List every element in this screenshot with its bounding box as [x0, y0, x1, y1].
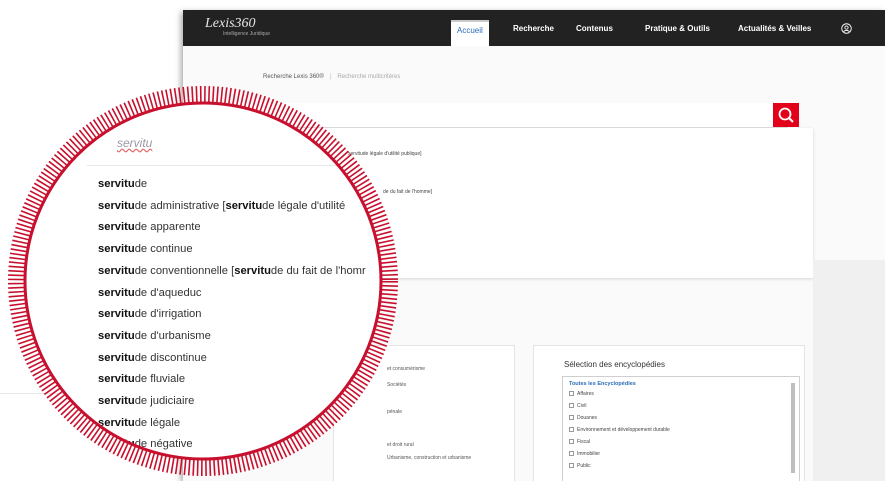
encyclopedia-item[interactable]: Immobilier [569, 451, 600, 457]
suggestion-match: servitu [98, 438, 135, 451]
filter-snippet: pénale [387, 409, 403, 415]
checkbox[interactable] [569, 463, 574, 468]
suggestion-item[interactable]: servitude administrative [servitude léga… [98, 200, 345, 212]
suggestion-match: servitu [234, 264, 271, 277]
encyclopedia-item[interactable]: Civil [569, 403, 586, 409]
scrollbar[interactable] [791, 383, 795, 473]
encyclopedia-panel-title: Sélection des encyclopédies [564, 360, 665, 369]
logo-text: Lexis360 [205, 16, 256, 31]
breadcrumb-separator: | [329, 74, 332, 80]
nav-tab-pratique-outils[interactable]: Pratique & Outils [645, 24, 710, 33]
breadcrumb-item-search[interactable]: Recherche Lexis 360® [263, 74, 324, 80]
encyclopedia-item[interactable]: Affaires [569, 391, 594, 397]
suggestion-match: servitu [98, 243, 135, 256]
filter-panel-left: et consumérisme Sociétés pénale et droit… [333, 345, 515, 481]
suggestion-match: servitu [98, 264, 135, 277]
logo-subtext: Intelligence Juridique [223, 31, 270, 37]
suggestion-snippet: de du fait de l'homme] [383, 189, 433, 195]
nav-tab-recherche[interactable]: Recherche [513, 24, 554, 33]
suggestion-item[interactable]: servitude apparente [98, 221, 201, 233]
suggestion-match: servitu [225, 199, 263, 212]
encyclopedia-label: Fiscal [577, 439, 591, 445]
suggestion-item[interactable]: servitude conventionnelle [servitude du … [98, 265, 366, 277]
encyclopedia-item[interactable]: Fiscal [569, 439, 590, 445]
suggestion-match: servitu [98, 416, 135, 429]
breadcrumb-item-multicriteria[interactable]: Recherche multicritères [337, 74, 400, 80]
suggestion-item[interactable]: servitude [98, 178, 147, 190]
user-circle-icon[interactable] [841, 23, 852, 34]
encyclopedia-selection-panel: Sélection des encyclopédies Toutes les E… [533, 345, 805, 481]
encyclopedia-label: Douanes [577, 415, 598, 421]
filter-snippet: et droit rural [387, 442, 414, 448]
top-navigation-bar: Lexis360 Intelligence Juridique Accueil … [183, 10, 885, 46]
suggestion-match: servitu [98, 178, 135, 190]
divider [87, 165, 381, 166]
suggestion-item[interactable]: servitude fluviale [98, 373, 185, 385]
breadcrumb: Recherche Lexis 360® | Recherche multicrit… [263, 74, 400, 80]
suggestion-match: servitu [98, 373, 135, 386]
encyclopedia-all-option[interactable]: Toutes les Encyclopédies [569, 381, 636, 387]
suggestion-match: servitu [98, 395, 135, 407]
suggestion-item[interactable]: servitude d'urbanisme [98, 330, 211, 342]
lexis360-logo[interactable]: Lexis360 Intelligence Juridique [205, 16, 270, 37]
checkbox[interactable] [569, 415, 574, 420]
suggestion-item[interactable]: servitude d'irrigation [98, 308, 202, 320]
encyclopedia-item[interactable]: Environnement et développement durable [569, 427, 670, 433]
filter-snippet: Urbanisme, construction et urbanisme [387, 455, 472, 461]
suggestion-match: servitu [98, 308, 135, 321]
encyclopedia-item[interactable]: Public [569, 463, 591, 469]
suggestion-item[interactable]: servitude légale [98, 417, 180, 429]
suggestion-match: servitu [98, 199, 135, 212]
suggestion-match: servitu [98, 286, 135, 299]
suggestion-match: servitu [98, 351, 135, 364]
suggestion-item[interactable]: servitude d'aqueduc [98, 287, 202, 299]
filter-snippet: et consumérisme [387, 366, 426, 372]
suggestion-item[interactable]: servitude continue [98, 243, 193, 255]
encyclopedia-item[interactable]: Douanes [569, 415, 597, 421]
page-background-band [813, 260, 885, 481]
magnifier-zoom-view: servitu servitude servitude administrativ… [25, 103, 381, 459]
search-input-zoomed[interactable]: servitu [117, 136, 152, 150]
suggestion-match: servitu [98, 329, 135, 342]
encyclopedia-label: Environnement et développement durable [577, 427, 670, 433]
encyclopedia-label: Public [577, 463, 591, 469]
search-icon [778, 107, 794, 123]
search-button[interactable] [773, 103, 799, 127]
suggestion-snippet: servitude légale d'utilité publique] [348, 151, 422, 157]
nav-tab-actualites-veilles[interactable]: Actualités & Veilles [738, 24, 811, 33]
suggestion-item[interactable]: servitude discontinue [98, 352, 207, 364]
nav-tab-contenus[interactable]: Contenus [576, 24, 613, 33]
checkbox[interactable] [569, 451, 574, 456]
checkbox[interactable] [569, 439, 574, 444]
encyclopedia-label: Immobilier [577, 451, 601, 457]
suggestion-match: servitu [98, 221, 135, 234]
filter-snippet: Sociétés [387, 382, 407, 388]
encyclopedia-list[interactable]: Toutes les Encyclopédies Affaires Civil … [562, 376, 800, 481]
checkbox[interactable] [569, 403, 574, 408]
checkbox[interactable] [569, 427, 574, 432]
encyclopedia-label: Civil [577, 403, 587, 409]
nav-tab-accueil[interactable]: Accueil [451, 20, 489, 46]
suggestion-item[interactable]: servitude négative [98, 438, 193, 450]
encyclopedia-label: Affaires [577, 391, 594, 397]
suggestion-item[interactable]: servitude judiciaire [98, 395, 194, 407]
checkbox[interactable] [569, 391, 574, 396]
